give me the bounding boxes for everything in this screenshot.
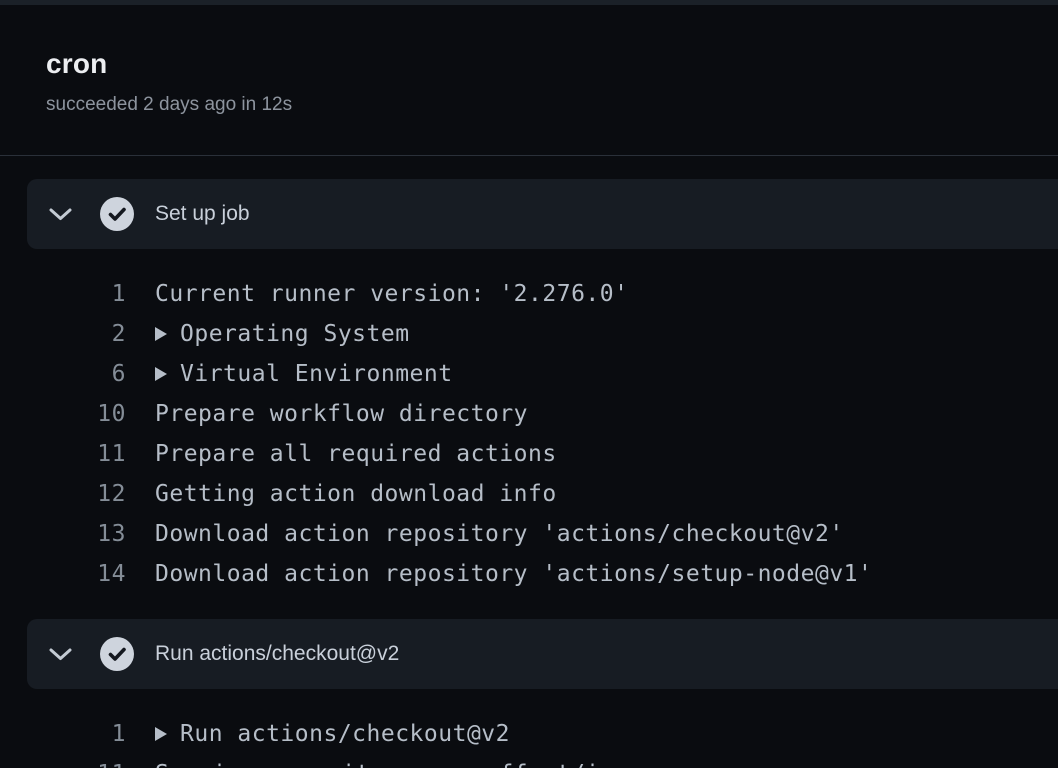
line-number[interactable]: 13 (27, 521, 126, 547)
section-header-run-checkout[interactable]: Run actions/checkout@v2 (27, 619, 1058, 689)
job-name: cron (46, 47, 1012, 81)
log-line: 13 Download action repository 'actions/c… (27, 514, 1058, 554)
log-text[interactable]: Run actions/checkout@v2 (180, 721, 510, 747)
log-group-line[interactable]: Run actions/checkout@v2 (155, 721, 510, 747)
line-number[interactable]: 10 (27, 401, 126, 427)
log-line: 2 Operating System (27, 314, 1058, 354)
log-line: 12 Getting action download info (27, 474, 1058, 514)
line-number[interactable]: 6 (27, 361, 126, 387)
triangle-right-icon[interactable] (155, 327, 167, 341)
line-number[interactable]: 2 (27, 321, 126, 347)
job-status-line: succeeded 2 days ago in 12s (46, 93, 1012, 116)
line-number[interactable]: 12 (27, 481, 126, 507)
log-section-run-checkout: Run actions/checkout@v2 1 Run actions/ch… (27, 619, 1058, 768)
line-number[interactable]: 11 (27, 441, 126, 467)
log-text: Current runner version: '2.276.0' (155, 281, 628, 307)
line-number[interactable]: 11 (27, 761, 126, 768)
log-text[interactable]: Operating System (180, 321, 410, 347)
line-number[interactable]: 14 (27, 561, 126, 587)
chevron-down-icon[interactable] (48, 647, 73, 662)
line-number[interactable]: 1 (27, 721, 126, 747)
section-header-setup-job[interactable]: Set up job (27, 179, 1058, 249)
log-panel: Set up job 1 Current runner version: '2.… (0, 156, 1058, 768)
log-line: 1 Run actions/checkout@v2 (27, 714, 1058, 754)
log-text: Download action repository 'actions/chec… (155, 521, 844, 547)
log-group-line[interactable]: Operating System (155, 321, 410, 347)
log-text: Download action repository 'actions/setu… (155, 561, 872, 587)
check-circle-icon (100, 637, 134, 671)
log-text: Syncing repository: ...offset/i... (155, 761, 643, 768)
log-line: 10 Prepare workflow directory (27, 394, 1058, 434)
log-text: Prepare all required actions (155, 441, 557, 467)
triangle-right-icon[interactable] (155, 727, 167, 741)
log-line-clipped: 11 Syncing repository: ...offset/i... (27, 754, 1058, 768)
log-section-setup-job: Set up job 1 Current runner version: '2.… (27, 179, 1058, 594)
section-lines: 1 Current runner version: '2.276.0' 2 Op… (27, 249, 1058, 594)
log-line: 14 Download action repository 'actions/s… (27, 554, 1058, 594)
log-line: 1 Current runner version: '2.276.0' (27, 274, 1058, 314)
actions-log-view: cron succeeded 2 days ago in 12s Set up … (0, 0, 1058, 768)
job-header: cron succeeded 2 days ago in 12s (0, 5, 1058, 156)
line-number[interactable]: 1 (27, 281, 126, 307)
log-group-line[interactable]: Virtual Environment (155, 361, 453, 387)
triangle-right-icon[interactable] (155, 367, 167, 381)
log-line: 11 Prepare all required actions (27, 434, 1058, 474)
section-lines: 1 Run actions/checkout@v2 11 Syncing rep… (27, 689, 1058, 768)
log-text: Getting action download info (155, 481, 557, 507)
log-text: Prepare workflow directory (155, 401, 528, 427)
chevron-down-icon[interactable] (48, 207, 73, 222)
log-text[interactable]: Virtual Environment (180, 361, 453, 387)
section-title[interactable]: Set up job (155, 202, 250, 226)
log-line: 6 Virtual Environment (27, 354, 1058, 394)
check-circle-icon (100, 197, 134, 231)
section-title[interactable]: Run actions/checkout@v2 (155, 642, 399, 666)
